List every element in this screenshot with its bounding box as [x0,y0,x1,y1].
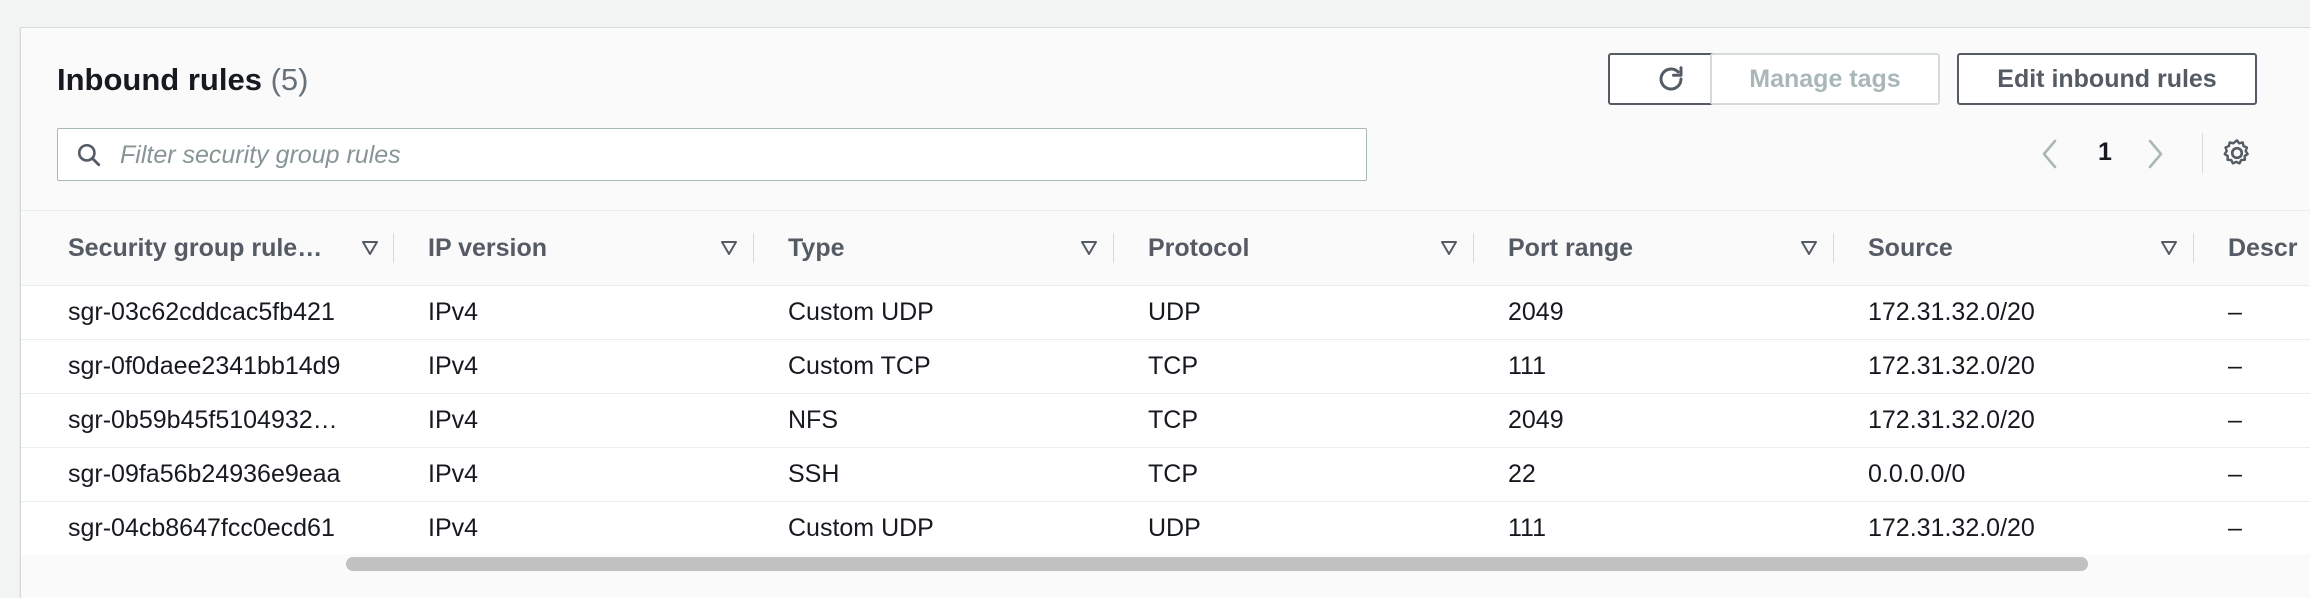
port-range-cell: 2049 [1508,406,1564,434]
type-cell: Custom UDP [788,298,934,326]
scrollbar-thumb[interactable] [346,557,2088,571]
rule-count: (5) [270,62,309,97]
column-header-ip-version[interactable]: IP version [428,211,737,285]
protocol-cell: TCP [1148,352,1198,380]
filter-search-box[interactable] [57,128,1367,182]
search-icon [77,143,101,167]
table-header: Security group rule… IP version Type Pro… [21,211,2310,286]
filter-input[interactable] [118,129,1352,182]
previous-page-icon[interactable] [2039,138,2061,170]
table-row[interactable]: sgr-0b59b45f5104932… IPv4 NFS TCP 2049 172.31… [21,394,2310,448]
column-separator[interactable] [2193,233,2194,263]
description-cell: – [2228,352,2242,380]
column-header-label: Protocol [1148,233,1250,262]
table-row[interactable]: sgr-04cb8647fcc0ecd61 IPv4 Custom UDP UDP 11… [21,502,2310,556]
sort-icon[interactable] [1079,238,1099,258]
sort-icon[interactable] [1799,238,1819,258]
sort-icon[interactable] [1439,238,1459,258]
column-header-port-range[interactable]: Port range [1508,211,1817,285]
ip-version-cell: IPv4 [428,352,479,380]
type-cell: Custom UDP [788,514,934,542]
table-row[interactable]: sgr-09fa56b24936e9eaa IPv4 SSH TCP 22 0.0.0.0… [21,448,2310,502]
table-body: sgr-03c62cddcac5fb421 IPv4 Custom UDP UDP 20… [21,286,2310,556]
column-header-source[interactable]: Source [1868,211,2177,285]
protocol-cell: UDP [1148,514,1201,542]
source-cell: 172.31.32.0/20 [1868,514,2035,542]
pager-divider [2202,133,2203,173]
column-header-label: Type [788,233,845,262]
column-separator[interactable] [393,233,394,263]
type-cell: Custom TCP [788,352,931,380]
port-range-cell: 111 [1508,352,1547,380]
sort-icon[interactable] [2159,238,2179,258]
column-header-type[interactable]: Type [788,211,1097,285]
current-page-number[interactable]: 1 [2098,138,2112,167]
ip-version-cell: IPv4 [428,460,479,488]
next-page-icon[interactable] [2144,138,2166,170]
sort-icon[interactable] [719,238,739,258]
protocol-cell: TCP [1148,460,1198,488]
description-cell: – [2228,298,2242,326]
manage-tags-button[interactable]: Manage tags [1710,53,1940,105]
column-header-label: Source [1868,233,1953,262]
description-cell: – [2228,514,2242,542]
type-cell: SSH [788,460,840,488]
rule-id-cell: sgr-09fa56b24936e9eaa [68,460,341,488]
column-header-rule-id[interactable]: Security group rule… [68,211,378,285]
source-cell: 0.0.0.0/0 [1868,460,1966,488]
ip-version-cell: IPv4 [428,514,479,542]
rule-id-cell: sgr-04cb8647fcc0ecd61 [68,514,335,542]
rule-id-cell: sgr-0f0daee2341bb14d9 [68,352,341,380]
table-row[interactable]: sgr-0f0daee2341bb14d9 IPv4 Custom TCP TCP 11… [21,340,2310,394]
column-header-label: IP version [428,233,548,262]
horizontal-scrollbar[interactable] [21,554,2310,572]
panel-title: Inbound rules (5) [57,62,308,98]
type-cell: NFS [788,406,838,434]
panel-title-text: Inbound rules [57,62,262,97]
manage-tags-label: Manage tags [1749,64,1901,93]
edit-inbound-rules-label: Edit inbound rules [1997,64,2217,93]
table-row[interactable]: sgr-03c62cddcac5fb421 IPv4 Custom UDP UDP 20… [21,286,2310,340]
rule-id-cell: sgr-0b59b45f5104932… [68,406,338,434]
rules-table: Security group rule… IP version Type Pro… [21,210,2310,556]
edit-inbound-rules-button[interactable]: Edit inbound rules [1957,53,2257,105]
column-separator[interactable] [753,233,754,263]
port-range-cell: 111 [1508,514,1547,542]
inbound-rules-panel: Inbound rules (5) Manage tags Edit inbou… [20,27,2310,598]
port-range-cell: 22 [1508,460,1536,488]
ip-version-cell: IPv4 [428,298,479,326]
column-header-label: Descr [2228,233,2298,262]
description-cell: – [2228,406,2242,434]
column-header-label: Security group rule… [68,233,323,262]
column-separator[interactable] [1833,233,1834,263]
column-separator[interactable] [1113,233,1114,263]
description-cell: – [2228,460,2242,488]
settings-gear-icon[interactable] [2221,137,2253,169]
rule-id-cell: sgr-03c62cddcac5fb421 [68,298,335,326]
column-separator[interactable] [1473,233,1474,263]
refresh-icon [1659,66,1683,91]
ip-version-cell: IPv4 [428,406,479,434]
column-header-label: Port range [1508,233,1634,262]
source-cell: 172.31.32.0/20 [1868,352,2035,380]
port-range-cell: 2049 [1508,298,1564,326]
sort-icon[interactable] [360,238,380,258]
column-header-description[interactable]: Descr [2228,211,2298,285]
source-cell: 172.31.32.0/20 [1868,406,2035,434]
protocol-cell: TCP [1148,406,1198,434]
protocol-cell: UDP [1148,298,1201,326]
column-header-protocol[interactable]: Protocol [1148,211,1457,285]
source-cell: 172.31.32.0/20 [1868,298,2035,326]
